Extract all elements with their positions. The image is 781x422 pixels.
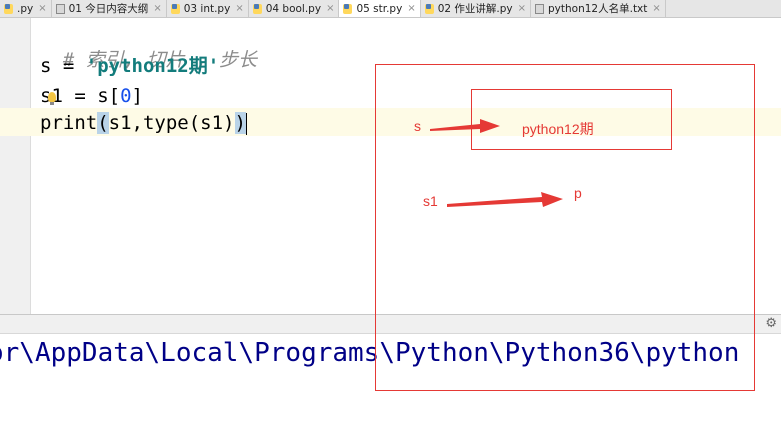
tab-partial-py[interactable]: .py × [0,0,52,17]
code-assign: s = [40,55,86,77]
code-line-4[interactable]: print(s1,type(s1)) [40,111,247,135]
code-number: 0 [120,85,132,107]
close-icon[interactable]: × [518,3,526,14]
tab-label: 01 今日内容大纲 [68,3,149,15]
annotation-value-s: python12期 [522,121,594,137]
python-file-icon [4,3,13,14]
lightbulb-icon[interactable] [48,92,56,105]
tab-01-outline[interactable]: 01 今日内容大纲 × [52,0,167,17]
code-string-literal: 'python12期' [85,55,220,77]
text-file-icon [55,3,65,14]
tab-04-bool[interactable]: 04 bool.py × [249,0,340,17]
text-caret [245,112,247,135]
close-icon[interactable]: × [652,3,660,14]
tab-label: 04 bool.py [265,2,322,15]
tab-02-homework[interactable]: 02 作业讲解.py × [421,0,532,17]
python-file-icon [252,3,262,14]
gear-icon[interactable]: ⚙ [765,316,777,331]
close-icon[interactable]: × [38,3,46,14]
code-args: s1,type(s1) [108,112,235,134]
close-icon[interactable]: × [407,3,415,14]
annotation-label-s: s [414,118,421,134]
tab-label: 02 作业讲解.py [437,3,513,15]
code-close-paren: ) [234,112,246,134]
code-bracket: ] [131,85,143,107]
run-console[interactable]: or\AppData\Local\Programs\Python\Python3… [0,334,781,422]
tab-python12-list[interactable]: python12人名单.txt × [531,0,666,17]
tab-03-int[interactable]: 03 int.py × [167,0,249,17]
line-number-gutter [0,18,31,314]
python-file-icon [343,3,353,14]
code-open-paren: ( [97,112,109,134]
tab-label: .py [17,2,34,15]
text-file-icon [535,3,545,14]
close-icon[interactable]: × [235,3,243,14]
close-icon[interactable]: × [153,3,161,14]
tab-05-str[interactable]: 05 str.py × [339,0,421,17]
annotation-value-s1: p [574,185,582,201]
code-line-2[interactable]: s = 'python12期' [40,54,219,78]
python-file-icon [170,3,180,14]
code-print-call: print [40,112,98,134]
close-icon[interactable]: × [326,3,334,14]
console-python-path: or\AppData\Local\Programs\Python\Python3… [0,338,740,368]
annotation-label-s1: s1 [423,193,438,209]
run-panel-header: ⚙ [0,314,781,334]
python-file-icon [424,3,434,14]
tab-label: 05 str.py [356,2,403,15]
tab-label: 03 int.py [183,2,231,15]
tab-label: python12人名单.txt [548,3,648,15]
editor-tab-bar: .py × 01 今日内容大纲 × 03 int.py × 04 bool.py… [0,0,781,18]
